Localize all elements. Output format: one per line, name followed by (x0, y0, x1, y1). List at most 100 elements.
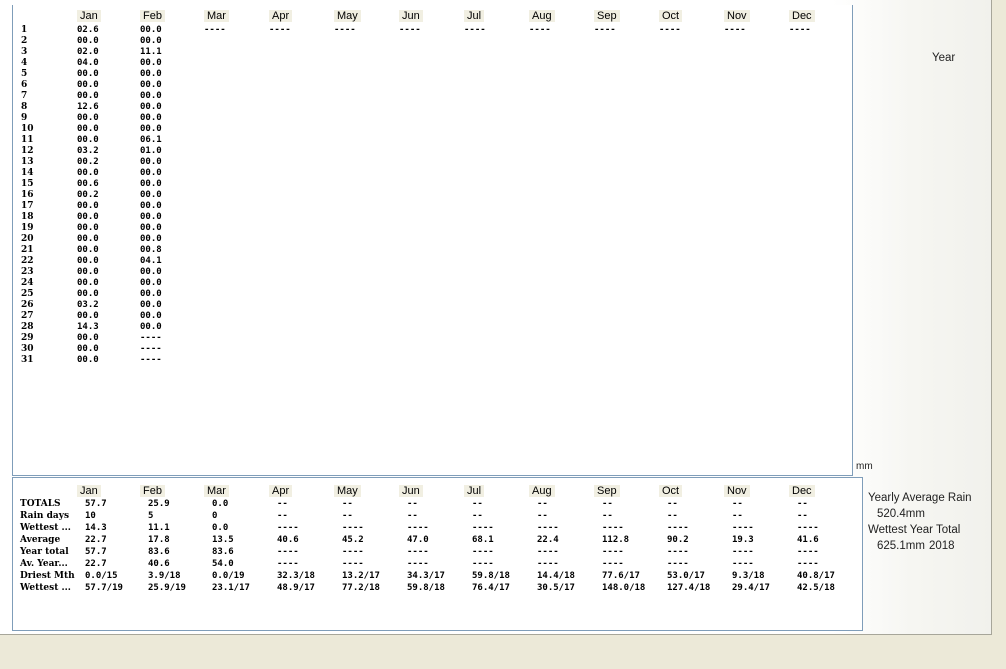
monthly-summary-grid[interactable]: Jan Feb Mar Apr May Jun Jul Aug Sep Oct Nov Dec TOTA… (12, 477, 863, 631)
summary-value: ---- (342, 547, 364, 557)
month-header: May (334, 10, 361, 22)
month-header: Apr (269, 485, 293, 497)
daily-value: 00.0 (77, 113, 99, 123)
daily-value: 04.0 (77, 58, 99, 68)
month-header: Dec (789, 10, 815, 22)
daily-empty: ---- (724, 25, 746, 35)
daily-value: 02.6 (77, 25, 99, 35)
day-label: 24 (21, 278, 34, 288)
month-header: Jan (77, 485, 101, 497)
day-label: 9 (21, 113, 28, 123)
summary-value: 13.5 (212, 535, 234, 545)
summary-value: 77.6/17 (602, 571, 640, 581)
day-label: 28 (21, 322, 34, 332)
summary-value: -- (667, 511, 678, 521)
day-label: 13 (21, 157, 34, 167)
summary-value: 40.8/17 (797, 571, 835, 581)
summary-value: ---- (407, 547, 429, 557)
day-label: 23 (21, 267, 34, 277)
daily-empty: ---- (269, 25, 291, 35)
summary-value: 34.3/17 (407, 571, 445, 581)
summary-value: ---- (732, 559, 754, 569)
day-label: 12 (21, 146, 34, 156)
summary-value: 22.4 (537, 535, 559, 545)
daily-value: 03.2 (77, 146, 99, 156)
daily-empty: ---- (464, 25, 486, 35)
daily-value: 00.0 (77, 256, 99, 266)
summary-value: 57.7 (85, 499, 107, 509)
daily-value: 00.2 (77, 157, 99, 167)
day-label: 22 (21, 256, 34, 266)
day-label: 4 (21, 58, 28, 68)
summary-value: ---- (342, 559, 364, 569)
summary-value: 45.2 (342, 535, 364, 545)
summary-value: ---- (537, 523, 559, 533)
month-header: Apr (269, 10, 293, 22)
summary-value: 9.3/18 (732, 571, 765, 581)
daily-rainfall-grid[interactable]: Jan Feb Mar Apr May Jun Jul Aug Sep Oct Nov Dec 1 02.… (12, 5, 853, 476)
month-header: Sep (594, 485, 620, 497)
daily-value: 00.0 (140, 69, 162, 79)
day-label: 11 (21, 135, 34, 145)
daily-empty: ---- (334, 25, 356, 35)
summary-value: -- (537, 499, 548, 509)
summary-value: 83.6 (212, 547, 234, 557)
daily-value: 00.0 (77, 168, 99, 178)
day-label: 30 (21, 344, 34, 354)
summary-value: ---- (537, 559, 559, 569)
summary-value: ---- (277, 559, 299, 569)
summary-value: 40.6 (277, 535, 299, 545)
daily-value: 00.0 (77, 267, 99, 277)
daily-value: 00.0 (140, 190, 162, 200)
summary-value: 57.7 (85, 547, 107, 557)
daily-value: 00.0 (140, 311, 162, 321)
summary-value: 77.2/18 (342, 583, 380, 593)
daily-value: 00.0 (140, 179, 162, 189)
day-label: 1 (21, 25, 28, 35)
summary-value: -- (667, 499, 678, 509)
day-label: 29 (21, 333, 34, 343)
daily-value: 00.0 (140, 223, 162, 233)
summary-value: ---- (797, 559, 819, 569)
day-label: 18 (21, 212, 34, 222)
daily-empty: ---- (204, 25, 226, 35)
day-label: 14 (21, 168, 34, 178)
summary-value: -- (797, 499, 808, 509)
summary-value: -- (732, 511, 743, 521)
daily-value: 00.0 (77, 80, 99, 90)
daily-value: 03.2 (77, 300, 99, 310)
summary-value: 76.4/17 (472, 583, 510, 593)
summary-value: -- (602, 499, 613, 509)
summary-value: -- (732, 499, 743, 509)
month-header: Nov (724, 485, 750, 497)
summary-value: 29.4/17 (732, 583, 770, 593)
summary-value: 148.0/18 (602, 583, 646, 593)
summary-row-label: Average (20, 535, 61, 545)
summary-value: ---- (472, 547, 494, 557)
summary-value: 0.0 (212, 523, 229, 533)
daily-value: 00.0 (140, 234, 162, 244)
summary-value: 0.0/15 (85, 571, 118, 581)
daily-value: ---- (140, 355, 162, 365)
daily-value: 12.6 (77, 102, 99, 112)
month-header: Aug (529, 485, 555, 497)
month-header: Nov (724, 10, 750, 22)
summary-value: 83.6 (148, 547, 170, 557)
daily-value: 00.0 (77, 333, 99, 343)
daily-value: 02.0 (77, 47, 99, 57)
daily-value: 00.0 (140, 157, 162, 167)
daily-value: 00.0 (77, 36, 99, 46)
summary-value: ---- (732, 547, 754, 557)
summary-value: -- (407, 499, 418, 509)
summary-value: ---- (537, 547, 559, 557)
summary-value: -- (472, 499, 483, 509)
month-header: Feb (140, 10, 165, 22)
day-label: 21 (21, 245, 34, 255)
summary-value: 13.2/17 (342, 571, 380, 581)
daily-empty: ---- (594, 25, 616, 35)
daily-value: ---- (140, 344, 162, 354)
summary-value: ---- (407, 523, 429, 533)
summary-value: ---- (667, 523, 689, 533)
daily-empty: ---- (529, 25, 551, 35)
daily-value: 00.0 (77, 234, 99, 244)
